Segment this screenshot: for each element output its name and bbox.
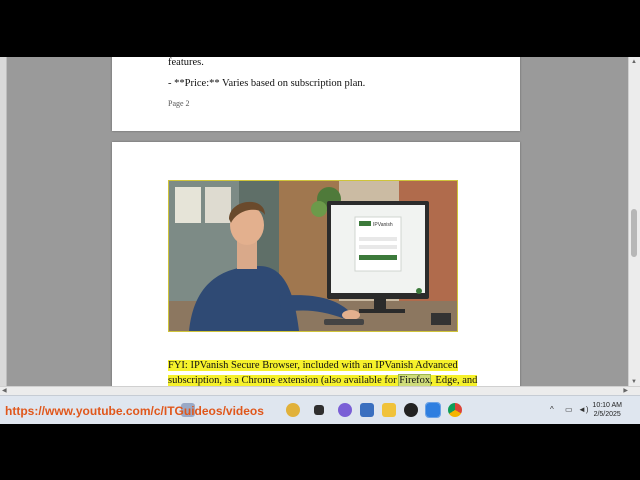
- paragraph-line-2a: subscription, is a Chrome extension (als…: [168, 375, 400, 386]
- paragraph-line-2c: , Edge, and: [430, 375, 478, 386]
- task-view-icon[interactable]: [314, 405, 324, 415]
- volume-icon[interactable]: ◄): [578, 405, 589, 414]
- taskbar: https://www.youtube.com/c/ITGuideos/vide…: [0, 395, 640, 424]
- youtube-url-overlay: https://www.youtube.com/c/ITGuideos/vide…: [5, 404, 264, 418]
- chrome-icon[interactable]: [448, 403, 462, 417]
- left-panel-edge: [0, 57, 7, 395]
- copilot-icon[interactable]: [338, 403, 352, 417]
- vertical-scrollbar[interactable]: ▲ ▼: [628, 57, 640, 387]
- clock-time: 10:10 AM: [592, 402, 622, 409]
- page3-paragraph: FYI: IPVanish Secure Browser, included w…: [168, 358, 478, 388]
- vertical-scroll-thumb[interactable]: [631, 209, 637, 257]
- page2-line-features: features.: [168, 57, 204, 68]
- media-player-icon[interactable]: [404, 403, 418, 417]
- screen: features. - **Price:** Varies based on s…: [0, 57, 640, 424]
- ipvanish-photo: IPVanish: [168, 180, 458, 332]
- monitor-brand-text: IPVanish: [373, 222, 393, 228]
- store-icon[interactable]: [360, 403, 374, 417]
- page-number-label: Page 2: [168, 99, 190, 108]
- network-icon[interactable]: ▭: [565, 405, 573, 414]
- document-viewer[interactable]: features. - **Price:** Varies based on s…: [0, 57, 640, 395]
- system-clock[interactable]: 10:10 AM 2/5/2025: [592, 401, 622, 419]
- photo-illustration: IPVanish: [169, 181, 457, 331]
- widgets-icon[interactable]: [286, 403, 300, 417]
- app-icon[interactable]: [425, 402, 441, 418]
- paragraph-line-1: FYI: IPVanish Secure Browser, included w…: [168, 360, 458, 371]
- file-explorer-icon[interactable]: [382, 403, 396, 417]
- scroll-down-icon[interactable]: ▼: [631, 378, 637, 386]
- chevron-up-icon[interactable]: ^: [550, 405, 554, 414]
- scroll-left-icon[interactable]: ◀: [2, 387, 7, 395]
- page2-line-price: - **Price:** Varies based on subscriptio…: [168, 78, 366, 89]
- horizontal-scrollbar[interactable]: ◀ ▶: [0, 386, 640, 395]
- clock-date: 2/5/2025: [593, 411, 621, 418]
- scroll-up-icon[interactable]: ▲: [631, 58, 637, 66]
- document-page-3: IPVanish FYI: IPVanish Secure Browser, i…: [112, 142, 520, 395]
- document-page-2: features. - **Price:** Varies based on s…: [112, 57, 520, 131]
- firefox-highlight: Firefox: [398, 374, 432, 387]
- scroll-right-icon[interactable]: ▶: [623, 387, 628, 395]
